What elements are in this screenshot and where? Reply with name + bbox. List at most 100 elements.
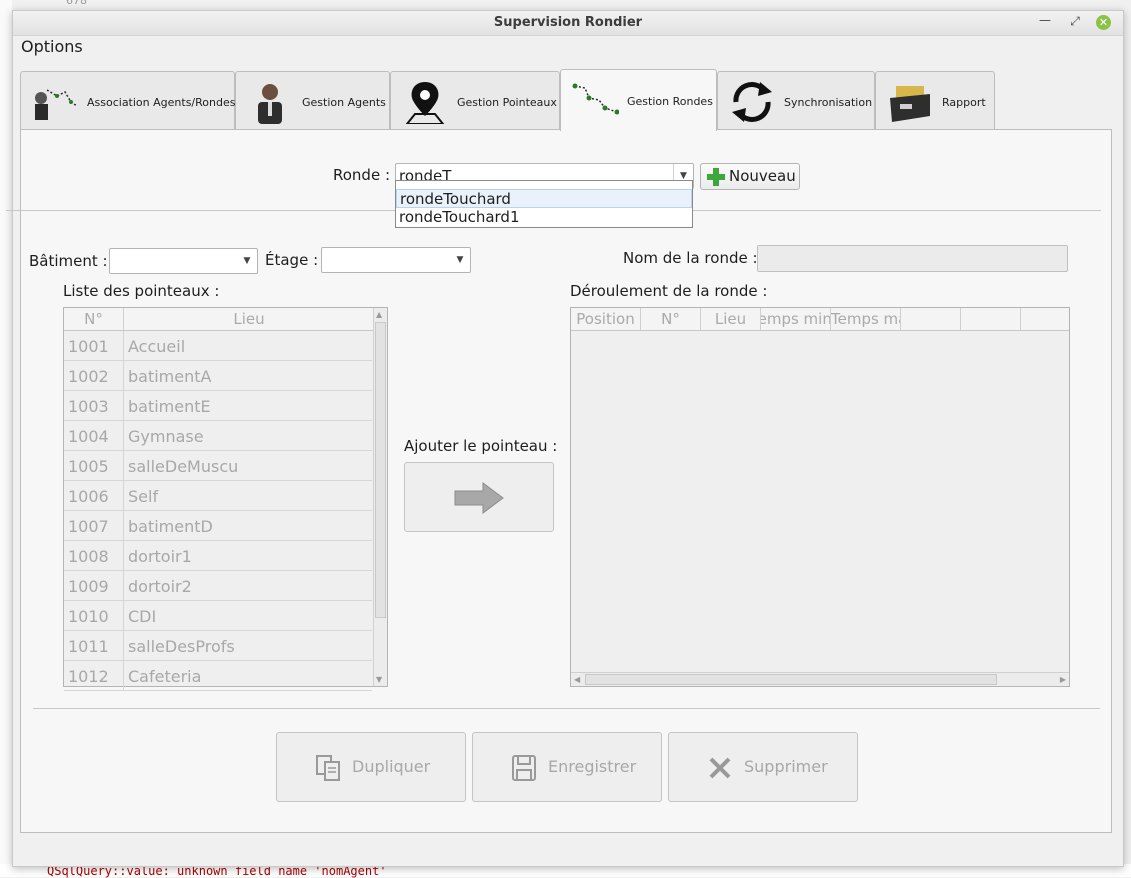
cell-lieu: Gymnase	[128, 427, 204, 446]
location-pin-icon	[405, 82, 445, 124]
dupliquer-button[interactable]: Dupliquer	[276, 732, 466, 802]
nom-ronde-input[interactable]	[757, 245, 1068, 272]
tab-gestion-pointeaux[interactable]: Gestion Pointeaux	[390, 71, 560, 130]
column-divider	[123, 541, 124, 571]
arrow-right-icon	[454, 482, 504, 514]
batiment-combobox[interactable]: ▼	[109, 248, 258, 274]
table-row[interactable]: 1002 batimentA	[64, 361, 372, 391]
cell-num: 1012	[68, 667, 109, 686]
cell-num: 1011	[68, 637, 109, 656]
tab-association-agents-rondes[interactable]: Association Agents/Rondes	[20, 71, 235, 130]
table-header: N° Lieu	[64, 308, 374, 331]
column-header-empty[interactable]	[901, 308, 961, 330]
report-box-icon	[890, 86, 930, 122]
scrollbar-thumb[interactable]	[585, 674, 997, 685]
table-header: Position N° Lieu Temps min Temps max	[571, 308, 1069, 331]
cell-lieu: Self	[128, 487, 159, 506]
table-row[interactable]: 1011 salleDesProfs	[64, 631, 372, 661]
tab-synchronisation[interactable]: Synchronisation	[717, 71, 875, 130]
deroulement-title: Déroulement de la ronde :	[570, 282, 768, 300]
column-header-empty[interactable]	[961, 308, 1021, 330]
cell-num: 1009	[68, 577, 109, 596]
tab-gestion-rondes[interactable]: Gestion Rondes	[560, 69, 717, 131]
column-header-temps-max[interactable]: Temps max	[831, 308, 901, 330]
etage-combobox[interactable]: ▼	[321, 247, 471, 273]
batiment-label: Bâtiment :	[29, 252, 108, 270]
column-header-num[interactable]: N°	[64, 308, 124, 330]
column-header-num[interactable]: N°	[641, 308, 701, 330]
cell-num: 1008	[68, 547, 109, 566]
tab-label: Gestion Pointeaux	[457, 96, 557, 109]
enregistrer-button[interactable]: Enregistrer	[472, 732, 662, 802]
scroll-left-icon[interactable]: ◀	[574, 675, 580, 684]
maximize-icon[interactable]: ⤢	[1065, 14, 1085, 32]
deroulement-table[interactable]: Position N° Lieu Temps min Temps max ◀ ▶	[570, 307, 1070, 687]
vertical-scrollbar[interactable]: ▲ ▼	[373, 308, 387, 686]
table-row[interactable]: 1010 CDI	[64, 601, 372, 631]
cell-lieu: CDI	[128, 607, 157, 626]
table-row[interactable]: 1008 dortoir1	[64, 541, 372, 571]
column-divider	[123, 571, 124, 601]
close-icon[interactable]: ✕	[1096, 15, 1111, 30]
column-divider	[123, 361, 124, 391]
horizontal-scrollbar[interactable]: ◀ ▶	[571, 672, 1069, 686]
add-pointeau-button[interactable]	[404, 462, 554, 532]
title-bar[interactable]: Supervision Rondier — ⤢ ✕	[13, 11, 1123, 36]
save-icon	[512, 755, 536, 781]
tab-rapport[interactable]: Rapport	[875, 71, 995, 130]
minimize-icon[interactable]: —	[1035, 13, 1055, 31]
chevron-down-icon[interactable]: ▼	[237, 249, 257, 273]
column-divider	[123, 511, 124, 541]
cell-num: 1010	[68, 607, 109, 626]
dupliquer-label: Dupliquer	[352, 757, 431, 776]
agent-icon	[258, 84, 282, 124]
column-divider	[123, 451, 124, 481]
table-row[interactable]: 1003 batimentE	[64, 391, 372, 421]
chevron-down-icon[interactable]: ▼	[450, 248, 470, 272]
scroll-up-icon[interactable]: ▲	[376, 310, 382, 319]
column-header-lieu[interactable]: Lieu	[701, 308, 761, 330]
cell-lieu: salleDesProfs	[128, 637, 235, 656]
cell-lieu: dortoir1	[128, 547, 192, 566]
tab-label: Gestion Agents	[302, 96, 386, 109]
etage-label: Étage :	[265, 251, 319, 269]
scroll-right-icon[interactable]: ▶	[1060, 675, 1066, 684]
table-row[interactable]: 1009 dortoir2	[64, 571, 372, 601]
cell-lieu: batimentA	[128, 367, 212, 386]
table-row[interactable]: 1001 Accueil	[64, 331, 372, 361]
column-header-position[interactable]: Position	[571, 308, 641, 330]
tab-gestion-agents[interactable]: Gestion Agents	[235, 71, 390, 130]
cell-num: 1001	[68, 337, 109, 356]
cell-num: 1007	[68, 517, 109, 536]
table-row[interactable]: 1012 Cafeteria	[64, 661, 372, 691]
column-header-temps-min[interactable]: Temps min	[761, 308, 831, 330]
table-row[interactable]: 1007 batimentD	[64, 511, 372, 541]
supprimer-label: Supprimer	[744, 757, 828, 776]
cell-num: 1004	[68, 427, 109, 446]
column-header-lieu[interactable]: Lieu	[124, 308, 374, 330]
ronde-option[interactable]: rondeTouchard	[396, 189, 692, 208]
table-row[interactable]: 1005 salleDeMuscu	[64, 451, 372, 481]
cell-num: 1002	[68, 367, 109, 386]
nouveau-label: Nouveau	[729, 167, 796, 185]
cell-num: 1005	[68, 457, 109, 476]
supprimer-button[interactable]: Supprimer	[668, 732, 858, 802]
pointeaux-title: Liste des pointeaux :	[63, 282, 220, 300]
menu-options[interactable]: Options	[21, 37, 83, 56]
column-divider	[123, 331, 124, 361]
ronde-option[interactable]: rondeTouchard1	[396, 208, 692, 227]
column-divider	[123, 391, 124, 421]
column-divider	[123, 481, 124, 511]
table-row[interactable]: 1006 Self	[64, 481, 372, 511]
scroll-down-icon[interactable]: ▼	[376, 675, 382, 684]
cell-lieu: Cafeteria	[128, 667, 202, 686]
tab-label: Synchronisation	[784, 96, 873, 109]
scrollbar-thumb[interactable]	[375, 322, 386, 618]
window-title: Supervision Rondier	[493, 15, 643, 30]
table-row[interactable]: 1004 Gymnase	[64, 421, 372, 451]
nouveau-button[interactable]: Nouveau	[700, 163, 800, 190]
pointeaux-table[interactable]: N° Lieu 1001 Accueil 1002 batimentA 1003 bati…	[63, 307, 388, 691]
delete-x-icon	[709, 757, 731, 779]
gestion-rondes-panel: Ronde : rondeT ▼ rondeTouchard rondeTouc…	[6, 129, 1112, 833]
background-text: 678	[66, 0, 87, 7]
